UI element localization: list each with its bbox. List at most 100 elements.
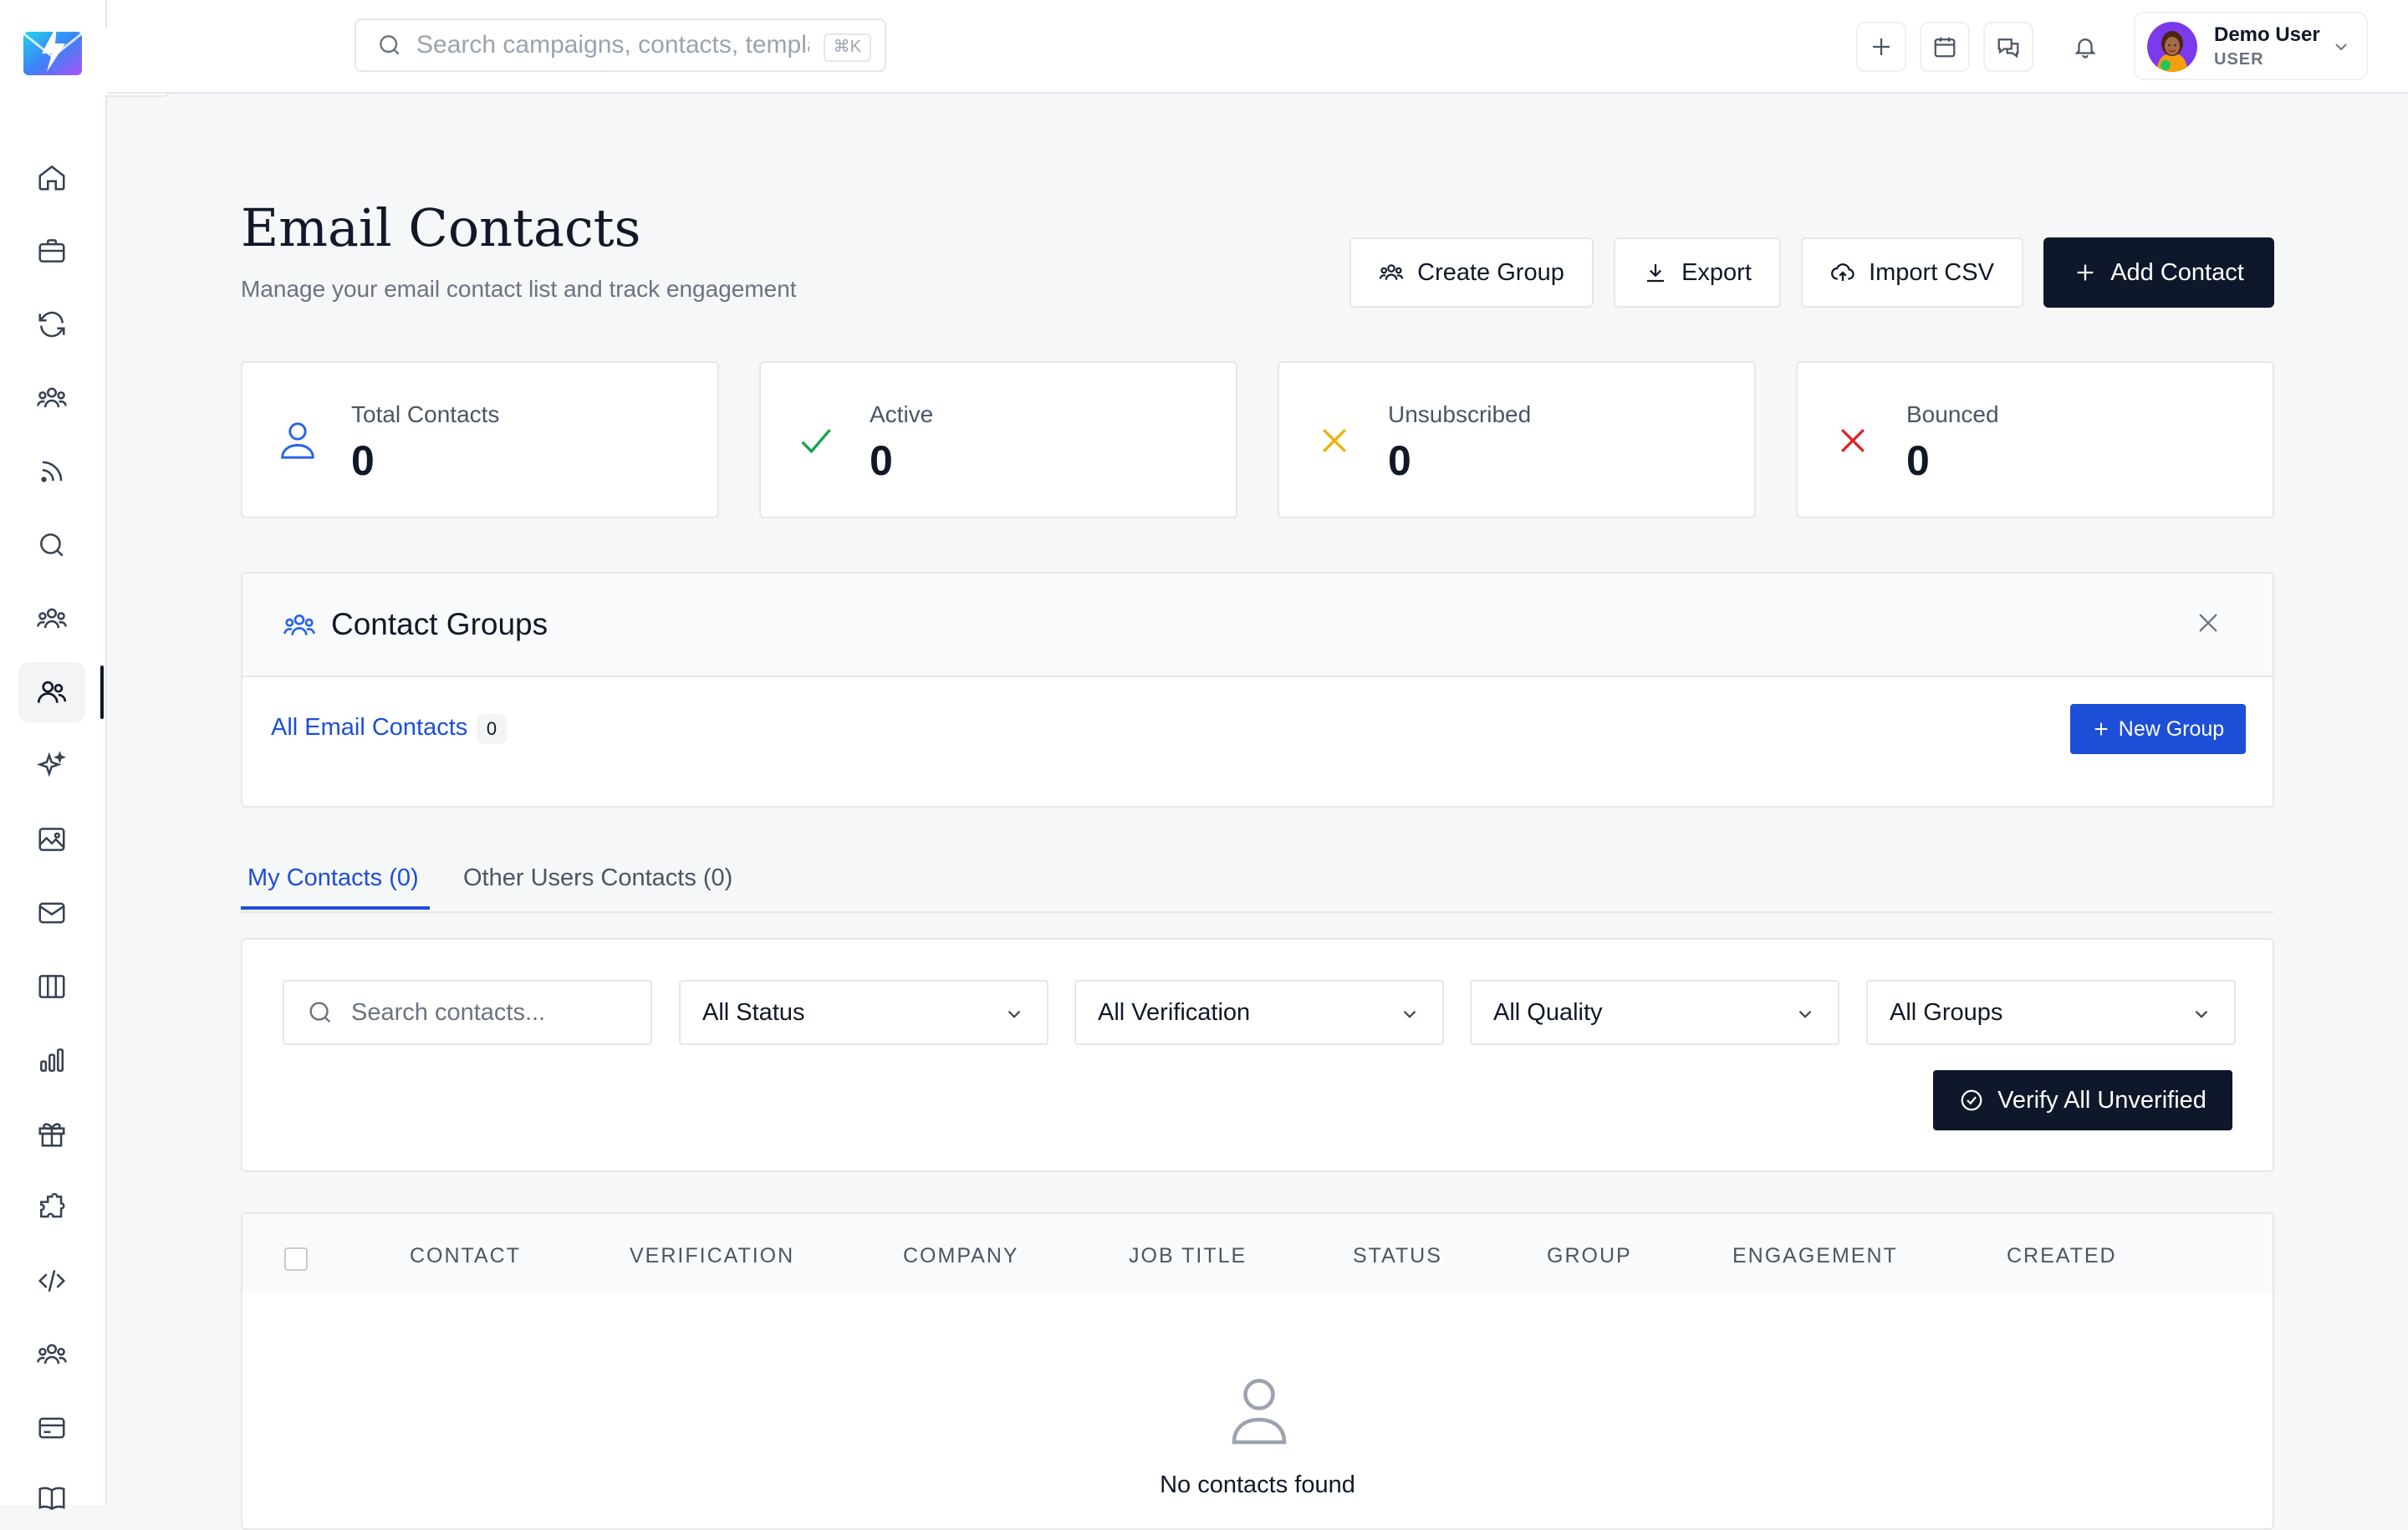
search-icon — [40, 533, 64, 557]
sidebar-item-ai[interactable] — [18, 736, 85, 796]
quick-add-button[interactable] — [1856, 22, 1906, 72]
column-header-group[interactable]: GROUP — [1547, 1244, 1632, 1268]
bar-chart-icon — [40, 1048, 64, 1072]
quality-filter-value: All Quality — [1493, 999, 1603, 1026]
sidebar-item-users[interactable] — [18, 1324, 85, 1385]
verification-filter-value: All Verification — [1098, 999, 1251, 1026]
page-subtitle: Manage your email contact list and track… — [241, 276, 797, 302]
chevron-down-icon — [1003, 1003, 1025, 1025]
stat-card-total: Total Contacts 0 — [241, 361, 719, 518]
new-group-button[interactable]: New Group — [2070, 704, 2246, 754]
plus-icon — [1873, 38, 1890, 55]
chevron-down-icon — [2191, 1003, 2212, 1025]
tab-other-users-contacts[interactable]: Other Users Contacts (0) — [463, 864, 732, 892]
groups-filter-select[interactable]: All Groups — [1866, 980, 2236, 1045]
export-button[interactable]: Export — [1614, 237, 1781, 308]
stat-value: 0 — [1388, 437, 1411, 484]
select-all-checkbox[interactable] — [284, 1247, 308, 1271]
sidebar-item-docs[interactable] — [18, 1468, 85, 1528]
bell-icon — [2074, 38, 2096, 59]
sidebar-item-developer[interactable] — [18, 1251, 85, 1311]
quality-filter-select[interactable]: All Quality — [1470, 980, 1839, 1045]
check-circle-icon — [1961, 1089, 1982, 1111]
sidebar-item-team[interactable] — [18, 589, 85, 649]
contacts-icon — [37, 681, 67, 703]
search-shortcut-badge: ⌘K — [823, 33, 871, 62]
contact-search-placeholder: Search contacts... — [351, 998, 546, 1026]
x-icon — [1316, 420, 1353, 462]
rss-icon — [41, 461, 63, 482]
contact-search-input[interactable]: Search contacts... — [283, 980, 652, 1045]
create-group-label: Create Group — [1417, 258, 1564, 286]
status-filter-value: All Status — [702, 999, 805, 1026]
contact-groups-panel: Contact Groups All Email Contacts 0 New … — [241, 572, 2274, 808]
global-search-input[interactable]: Search campaigns, contacts, templa ⌘K — [355, 18, 886, 72]
app-logo[interactable] — [22, 25, 84, 77]
add-contact-label: Add Contact — [2110, 258, 2244, 286]
close-icon[interactable] — [2194, 609, 2222, 637]
notifications-button[interactable] — [2060, 22, 2110, 72]
empty-state-text: No contacts found — [1160, 1471, 1355, 1498]
sidebar-item-columns[interactable] — [18, 956, 85, 1017]
top-bar: Search campaigns, contacts, templa ⌘K De… — [107, 0, 2408, 94]
sidebar-item-images[interactable] — [18, 809, 85, 870]
group-icon — [283, 609, 316, 642]
create-group-button[interactable]: Create Group — [1349, 237, 1594, 308]
sidebar-item-groups[interactable] — [18, 368, 85, 428]
stat-label: Active — [870, 401, 934, 427]
sidebar-item-contacts[interactable] — [18, 662, 104, 722]
column-header-verification[interactable]: VERIFICATION — [630, 1244, 794, 1268]
puzzle-icon — [40, 1192, 65, 1218]
sidebar-item-briefcase[interactable] — [18, 221, 85, 281]
download-icon — [1647, 264, 1665, 283]
status-filter-select[interactable]: All Status — [679, 980, 1048, 1045]
sidebar-item-feeds[interactable] — [18, 441, 85, 502]
chevron-down-icon — [1794, 1003, 1816, 1025]
mail-icon — [38, 902, 65, 924]
messages-button[interactable] — [1983, 22, 2033, 72]
verification-filter-select[interactable]: All Verification — [1074, 980, 1444, 1045]
chevron-down-icon — [2331, 37, 2351, 57]
group-icon — [1379, 264, 1404, 280]
user-role: USER — [2214, 50, 2264, 69]
sidebar-item-mail[interactable] — [18, 883, 85, 943]
cloud-upload-icon — [1831, 263, 1854, 281]
avatar — [2147, 22, 2197, 72]
book-icon — [38, 1487, 65, 1511]
plus-icon — [2077, 264, 2094, 281]
sidebar-item-analytics[interactable] — [18, 1030, 85, 1090]
verify-all-label: Verify All Unverified — [1997, 1086, 2206, 1114]
stat-card-unsubscribed: Unsubscribed 0 — [1278, 361, 1756, 518]
home-icon — [38, 165, 65, 191]
sidebar-item-billing[interactable] — [18, 1398, 85, 1458]
gift-icon — [38, 1123, 65, 1147]
column-header-contact[interactable]: CONTACT — [410, 1244, 521, 1268]
stat-label: Bounced — [1906, 401, 1999, 427]
user-menu[interactable]: Demo User USER — [2134, 12, 2368, 80]
calendar-icon — [1934, 37, 1956, 58]
column-header-job-title[interactable]: JOB TITLE — [1129, 1244, 1247, 1268]
sidebar-item-integrations[interactable] — [18, 1177, 85, 1237]
contacts-tabs: My Contacts (0) Other Users Contacts (0) — [241, 853, 2274, 913]
add-contact-button[interactable]: Add Contact — [2043, 237, 2274, 308]
column-header-created[interactable]: CREATED — [2007, 1244, 2117, 1268]
column-header-company[interactable]: COMPANY — [903, 1244, 1019, 1268]
column-header-status[interactable]: STATUS — [1353, 1244, 1442, 1268]
all-contacts-count-badge: 0 — [477, 714, 507, 744]
calendar-button[interactable] — [1920, 22, 1970, 72]
import-csv-button[interactable]: Import CSV — [1801, 237, 2023, 308]
contact-groups-header: Contact Groups — [242, 574, 2273, 677]
sidebar-item-rewards[interactable] — [18, 1104, 85, 1164]
users-icon — [37, 1344, 67, 1364]
stat-label: Total Contacts — [351, 401, 500, 427]
user-icon — [279, 420, 316, 462]
sidebar-item-refresh[interactable] — [18, 294, 85, 354]
tab-my-contacts[interactable]: My Contacts (0) — [247, 864, 419, 892]
all-email-contacts-link[interactable]: All Email Contacts — [271, 714, 467, 742]
verify-all-unverified-button[interactable]: Verify All Unverified — [1933, 1070, 2232, 1130]
sidebar-item-search[interactable] — [18, 515, 85, 575]
sidebar-item-home[interactable] — [18, 147, 85, 207]
column-header-engagement[interactable]: ENGAGEMENT — [1732, 1244, 1898, 1268]
refresh-icon — [38, 311, 65, 338]
stat-value: 0 — [351, 437, 375, 484]
